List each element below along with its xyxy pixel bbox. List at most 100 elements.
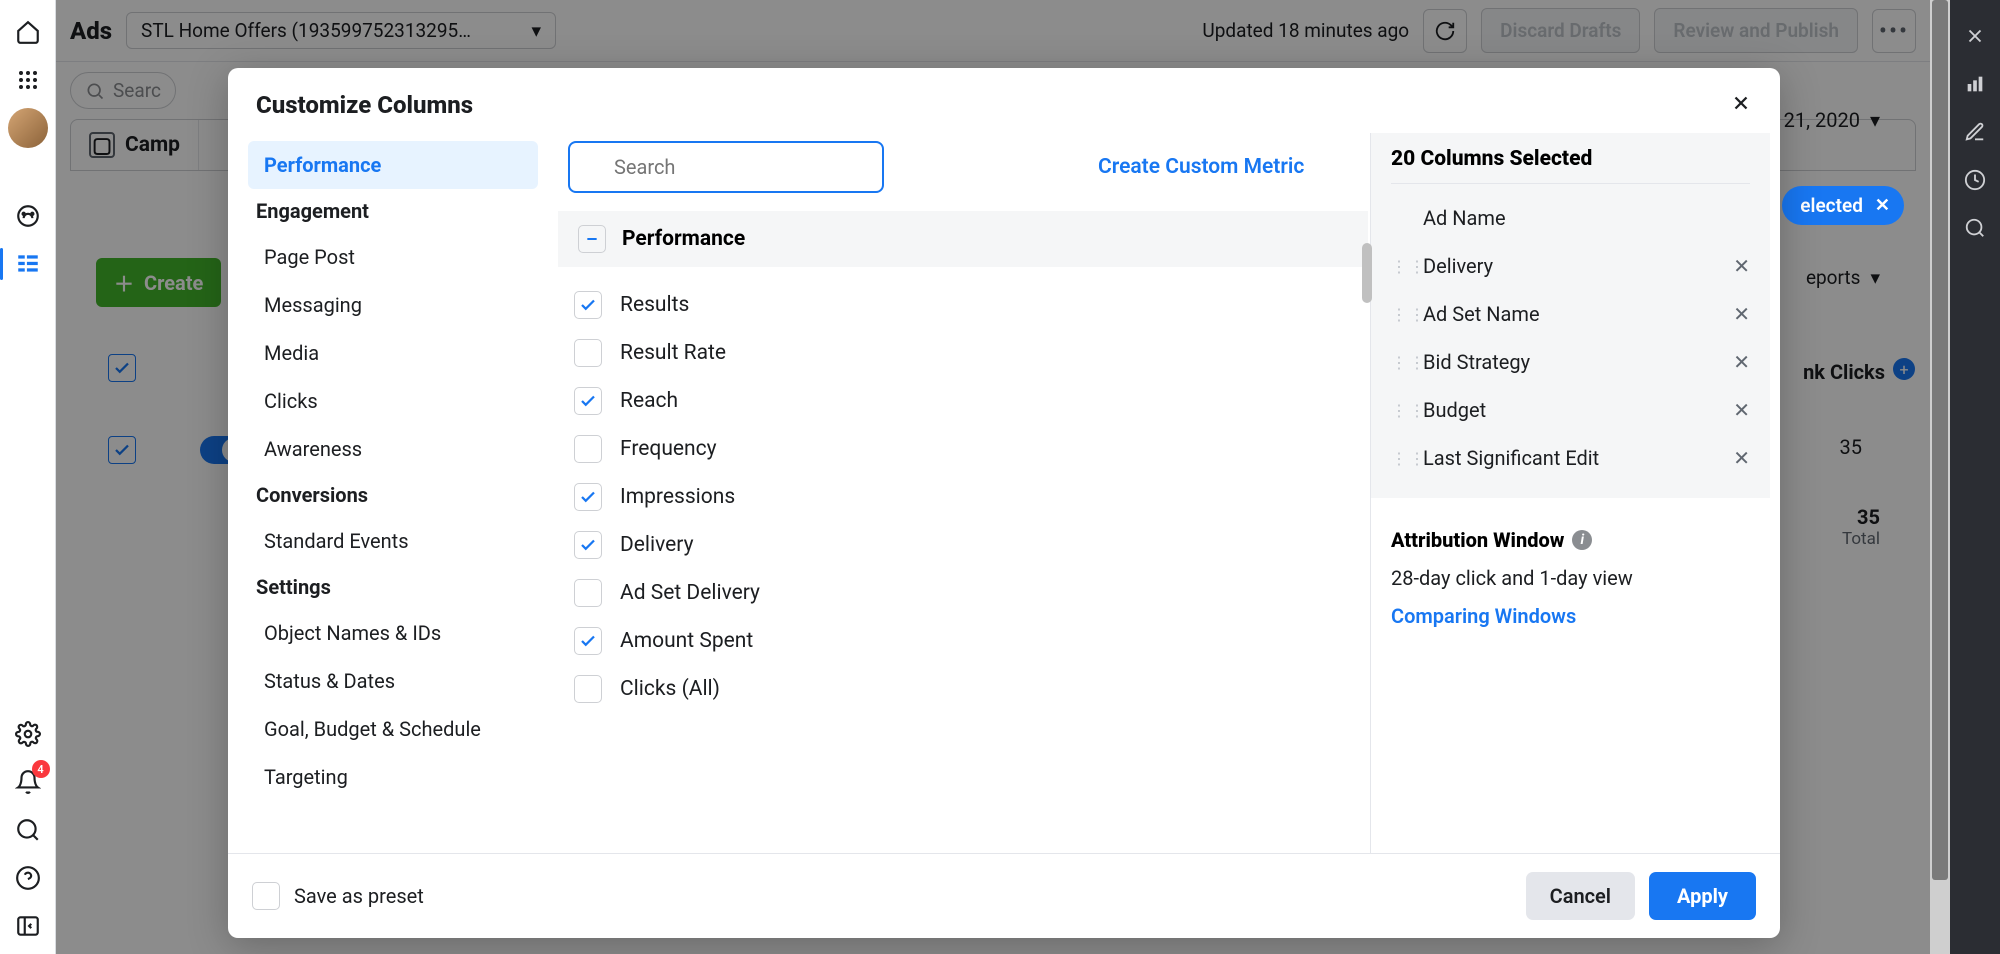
metric-label: Reach bbox=[620, 389, 678, 413]
bell-icon[interactable]: 4 bbox=[8, 762, 48, 802]
category-item[interactable]: Status & Dates bbox=[238, 657, 548, 705]
selected-column-item[interactable]: ⋮⋮ Bid Strategy ✕ bbox=[1391, 338, 1750, 386]
selected-column-item[interactable]: ⋮⋮ Delivery ✕ bbox=[1391, 242, 1750, 290]
apps-icon[interactable] bbox=[8, 60, 48, 100]
category-group-heading: Engagement bbox=[238, 189, 548, 233]
metric-item[interactable]: Clicks (All) bbox=[568, 665, 1354, 713]
home-icon[interactable] bbox=[8, 12, 48, 52]
section-label: Performance bbox=[622, 227, 745, 251]
save-preset-checkbox[interactable] bbox=[252, 882, 280, 910]
metric-label: Clicks (All) bbox=[620, 677, 720, 701]
help-icon[interactable] bbox=[8, 858, 48, 898]
metric-label: Delivery bbox=[620, 533, 694, 557]
category-item[interactable]: Page Post bbox=[238, 233, 548, 281]
category-item[interactable]: Clicks bbox=[238, 377, 548, 425]
metric-checkbox[interactable] bbox=[574, 675, 602, 703]
category-item[interactable]: Standard Events bbox=[238, 517, 548, 565]
drag-handle-icon[interactable]: ⋮⋮ bbox=[1391, 305, 1411, 324]
selected-column-label: Ad Name bbox=[1423, 206, 1721, 230]
customize-columns-modal: Customize Columns PerformanceEngagementP… bbox=[228, 68, 1780, 938]
zoom-icon[interactable] bbox=[1955, 208, 1995, 248]
selected-column-label: Delivery bbox=[1423, 254, 1721, 278]
metric-checkbox[interactable] bbox=[574, 531, 602, 559]
metric-label: Frequency bbox=[620, 437, 717, 461]
gear-icon[interactable] bbox=[8, 714, 48, 754]
metric-checkbox[interactable] bbox=[574, 387, 602, 415]
metric-checkbox[interactable] bbox=[574, 627, 602, 655]
metric-checkbox[interactable] bbox=[574, 339, 602, 367]
comparing-windows-link[interactable]: Comparing Windows bbox=[1391, 604, 1750, 628]
selected-column-label: Bid Strategy bbox=[1423, 350, 1721, 374]
vertical-scrollbar[interactable] bbox=[1930, 0, 1950, 954]
remove-column-button[interactable]: ✕ bbox=[1733, 398, 1750, 422]
search-nav-icon[interactable] bbox=[8, 810, 48, 850]
close-panel-icon[interactable] bbox=[1955, 16, 1995, 56]
metric-item[interactable]: Delivery bbox=[568, 521, 1354, 569]
metric-checkbox[interactable] bbox=[574, 435, 602, 463]
drag-handle-icon[interactable]: ⋮⋮ bbox=[1391, 257, 1411, 276]
chart-icon[interactable] bbox=[1955, 64, 1995, 104]
metric-item[interactable]: Results bbox=[568, 281, 1354, 329]
metric-checkbox[interactable] bbox=[574, 579, 602, 607]
attribution-value: 28-day click and 1-day view bbox=[1391, 552, 1750, 604]
history-icon[interactable] bbox=[1955, 160, 1995, 200]
selected-columns-panel: 20 Columns Selected ⋮⋮Ad Name✕⋮⋮Delivery… bbox=[1370, 133, 1770, 853]
selected-count-header: 20 Columns Selected bbox=[1391, 147, 1750, 184]
remove-column-button[interactable]: ✕ bbox=[1733, 446, 1750, 470]
category-item[interactable]: Performance bbox=[248, 141, 538, 189]
category-item[interactable]: Goal, Budget & Schedule bbox=[238, 705, 548, 753]
bell-badge: 4 bbox=[32, 760, 50, 778]
close-icon[interactable]: ✕ bbox=[1875, 195, 1890, 216]
metric-item[interactable]: Amount Spent bbox=[568, 617, 1354, 665]
reporting-icon[interactable] bbox=[8, 244, 48, 284]
create-custom-metric-link[interactable]: Create Custom Metric bbox=[1098, 155, 1304, 179]
metric-item[interactable]: Impressions bbox=[568, 473, 1354, 521]
edit-icon[interactable] bbox=[1955, 112, 1995, 152]
close-button[interactable] bbox=[1730, 88, 1752, 121]
attribution-header: Attribution Window i bbox=[1391, 528, 1750, 552]
drag-handle-icon[interactable]: ⋮⋮ bbox=[1391, 401, 1411, 420]
avatar[interactable] bbox=[8, 108, 48, 148]
category-item[interactable]: Messaging bbox=[238, 281, 548, 329]
selected-column-item: ⋮⋮Ad Name✕ bbox=[1391, 194, 1750, 242]
info-icon[interactable]: i bbox=[1572, 530, 1592, 550]
metric-item[interactable]: Reach bbox=[568, 377, 1354, 425]
category-item[interactable]: Object Names & IDs bbox=[238, 609, 548, 657]
metric-label: Ad Set Delivery bbox=[620, 581, 760, 605]
metric-checkbox[interactable] bbox=[574, 291, 602, 319]
selected-column-label: Budget bbox=[1423, 398, 1721, 422]
selected-column-label: Ad Set Name bbox=[1423, 302, 1721, 326]
selected-pill-label: elected bbox=[1800, 194, 1863, 217]
metric-item[interactable]: Result Rate bbox=[568, 329, 1354, 377]
category-item[interactable]: Targeting bbox=[238, 753, 548, 801]
metric-item[interactable]: Frequency bbox=[568, 425, 1354, 473]
gauge-icon[interactable] bbox=[8, 196, 48, 236]
selected-column-label: Last Significant Edit bbox=[1423, 446, 1721, 470]
selected-pill[interactable]: elected ✕ bbox=[1782, 186, 1904, 225]
remove-column-button[interactable]: ✕ bbox=[1733, 254, 1750, 278]
cancel-button[interactable]: Cancel bbox=[1526, 872, 1635, 920]
category-item[interactable]: Media bbox=[238, 329, 548, 377]
remove-column-button[interactable]: ✕ bbox=[1733, 302, 1750, 326]
metric-label: Impressions bbox=[620, 485, 735, 509]
metric-label: Amount Spent bbox=[620, 629, 753, 653]
drag-handle-icon[interactable]: ⋮⋮ bbox=[1391, 449, 1411, 468]
metric-item[interactable]: Ad Set Delivery bbox=[568, 569, 1354, 617]
metric-checkbox[interactable] bbox=[574, 483, 602, 511]
category-item[interactable]: Awareness bbox=[238, 425, 548, 473]
selected-column-item[interactable]: ⋮⋮ Budget ✕ bbox=[1391, 386, 1750, 434]
remove-column-button[interactable]: ✕ bbox=[1733, 350, 1750, 374]
column-search-input[interactable] bbox=[568, 141, 884, 193]
apply-button[interactable]: Apply bbox=[1649, 872, 1756, 920]
drag-handle-icon[interactable]: ⋮⋮ bbox=[1391, 353, 1411, 372]
selected-column-item[interactable]: ⋮⋮ Ad Set Name ✕ bbox=[1391, 290, 1750, 338]
selected-column-item[interactable]: ⋮⋮ Last Significant Edit ✕ bbox=[1391, 434, 1750, 482]
metric-label: Result Rate bbox=[620, 341, 726, 365]
metrics-scrollbar[interactable] bbox=[1362, 243, 1372, 303]
scrollbar-thumb[interactable] bbox=[1932, 0, 1948, 880]
metric-label: Results bbox=[620, 293, 689, 317]
save-preset-label: Save as preset bbox=[294, 884, 424, 908]
collapse-icon[interactable] bbox=[8, 906, 48, 946]
collapse-section-checkbox[interactable] bbox=[578, 225, 606, 253]
metrics-column: Create Custom Metric Performance Results… bbox=[548, 133, 1370, 853]
